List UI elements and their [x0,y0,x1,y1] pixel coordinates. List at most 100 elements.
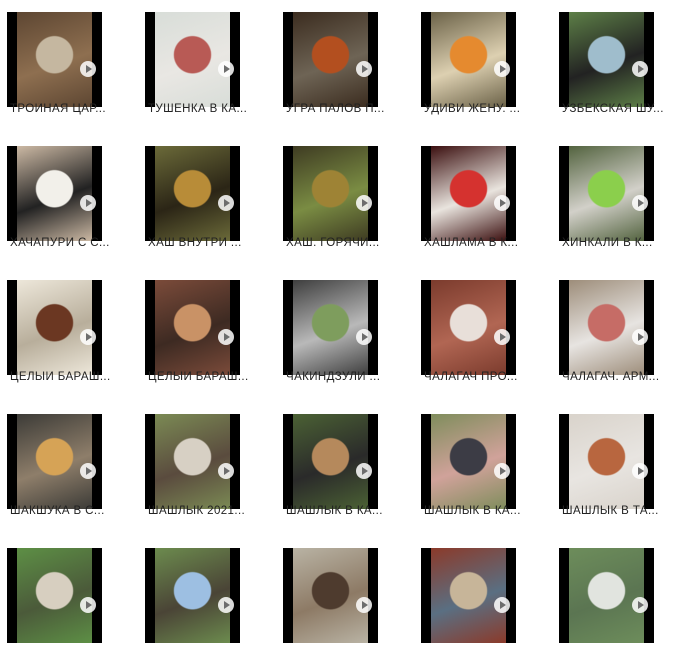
video-thumbnail[interactable] [283,12,378,107]
video-item[interactable]: ЧАЛАГАЧ. АРМ... [552,268,673,402]
thumbnail-image [569,146,644,241]
thumbnail-image [569,12,644,107]
video-item[interactable]: ТУШЕНКА В КА... [138,0,276,134]
video-item[interactable]: ХИНКАЛИ В К... [552,134,673,268]
video-thumbnail[interactable] [559,12,654,107]
play-icon [494,61,510,77]
video-thumbnail[interactable] [145,414,240,509]
thumbnail-image [155,146,230,241]
video-item[interactable]: ШАШЛЫК В КА... [276,402,414,536]
video-item[interactable]: ШАШЛЫК В ТА... [552,402,673,536]
video-thumbnail[interactable] [559,280,654,375]
video-item[interactable]: ШАШЛЫК 2021... [138,402,276,536]
thumbnail-image [17,280,92,375]
thumbnail-image [293,548,368,643]
play-icon [356,61,372,77]
video-item[interactable] [414,536,552,670]
video-item[interactable] [0,536,138,670]
video-item[interactable] [276,536,414,670]
video-thumbnail[interactable] [559,548,654,643]
video-title: ШАШЛЫК В КА... [424,505,521,517]
video-title: ШАШЛЫК 2021... [148,505,246,517]
play-icon [494,463,510,479]
play-icon [356,463,372,479]
thumbnail-image [431,414,506,509]
video-title: ХАШ. ГОРЯЧИ... [286,237,380,249]
video-item[interactable]: ХАШ. ГОРЯЧИ... [276,134,414,268]
video-title: ШАШЛЫК В КА... [286,505,383,517]
play-icon [218,195,234,211]
play-icon [356,597,372,613]
video-item[interactable]: ХАШ ВНУТРИ ... [138,134,276,268]
video-item[interactable]: УГРА ПАЛОВ П... [276,0,414,134]
video-grid: ТРОЙНАЯ ЦАР... ТУШЕНКА В КА... УГРА ПАЛОВ … [0,0,673,643]
video-title: УЗБЕКСКАЯ ШУ... [562,103,664,115]
play-icon [632,195,648,211]
video-item[interactable] [552,536,673,670]
video-thumbnail[interactable] [145,548,240,643]
play-icon [80,463,96,479]
video-item[interactable]: ЦЕЛЫЙ БАРАШ... [0,268,138,402]
video-thumbnail[interactable] [283,280,378,375]
video-thumbnail[interactable] [421,146,516,241]
thumbnail-image [431,548,506,643]
video-title: ЦЕЛЫЙ БАРАШ... [10,371,111,383]
video-title: ХАШЛАМА В К... [424,237,519,249]
video-thumbnail[interactable] [421,12,516,107]
thumbnail-image [155,414,230,509]
play-icon [494,329,510,345]
thumbnail-image [155,548,230,643]
thumbnail-image [569,548,644,643]
video-title: ТУШЕНКА В КА... [148,103,248,115]
thumbnail-image [155,280,230,375]
play-icon [632,329,648,345]
thumbnail-image [17,146,92,241]
play-icon [218,463,234,479]
video-thumbnail[interactable] [559,146,654,241]
video-item[interactable]: ТРОЙНАЯ ЦАР... [0,0,138,134]
video-item[interactable]: ШАШЛЫК В КА... [414,402,552,536]
video-thumbnail[interactable] [7,12,102,107]
video-item[interactable]: ХАШЛАМА В К... [414,134,552,268]
video-title: ЧАЛАГАЧ. АРМ... [562,371,660,383]
video-item[interactable]: ЧАЛАГАЧ ПРО... [414,268,552,402]
video-item[interactable] [138,536,276,670]
video-thumbnail[interactable] [421,548,516,643]
video-thumbnail[interactable] [559,414,654,509]
thumbnail-image [293,280,368,375]
video-thumbnail[interactable] [145,280,240,375]
video-title: ЧАЛАГАЧ ПРО... [424,371,518,383]
video-item[interactable]: ШАКШУКА В С... [0,402,138,536]
thumbnail-image [17,414,92,509]
video-title: ШАШЛЫК В ТА... [562,505,659,517]
video-item[interactable]: УДИВИ ЖЕНУ. ... [414,0,552,134]
video-thumbnail[interactable] [283,414,378,509]
video-item[interactable]: УЗБЕКСКАЯ ШУ... [552,0,673,134]
video-item[interactable]: ХАЧАПУРИ С С... [0,134,138,268]
video-thumbnail[interactable] [145,12,240,107]
video-thumbnail[interactable] [421,280,516,375]
video-thumbnail[interactable] [145,146,240,241]
video-title: ШАКШУКА В С... [10,505,105,517]
video-thumbnail[interactable] [283,548,378,643]
play-icon [218,597,234,613]
play-icon [356,195,372,211]
video-title: ХИНКАЛИ В К... [562,237,653,249]
thumbnail-image [293,146,368,241]
video-item[interactable]: ЦЕЛЫЙ БАРАШ... [138,268,276,402]
video-thumbnail[interactable] [7,548,102,643]
thumbnail-image [431,280,506,375]
video-thumbnail[interactable] [7,414,102,509]
play-icon [494,195,510,211]
video-thumbnail[interactable] [421,414,516,509]
video-item[interactable]: ЧАКИНДЗУЛИ ... [276,268,414,402]
video-thumbnail[interactable] [7,280,102,375]
play-icon [80,61,96,77]
thumbnail-image [17,12,92,107]
play-icon [356,329,372,345]
video-title: УГРА ПАЛОВ П... [286,103,385,115]
video-thumbnail[interactable] [283,146,378,241]
thumbnail-image [569,280,644,375]
video-thumbnail[interactable] [7,146,102,241]
play-icon [632,597,648,613]
